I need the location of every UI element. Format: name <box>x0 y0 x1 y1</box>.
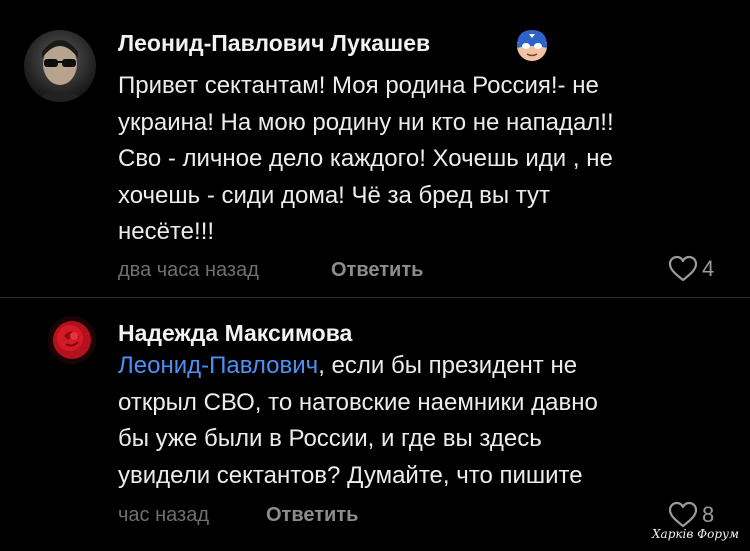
comment-text: Леонид-Павлович, если бы президент не от… <box>118 348 718 494</box>
comment-text: Привет сектантам! Моя родина Россия!- не… <box>118 68 718 251</box>
reply-button[interactable]: Ответить <box>266 504 358 527</box>
like-button[interactable]: 4 <box>668 255 714 283</box>
avatar[interactable] <box>24 30 96 102</box>
user-avatar-sunglasses-icon <box>24 30 96 102</box>
forum-watermark: Харків Форум <box>652 527 739 541</box>
comment-item: Надежда Максимова Леонид-Павлович, если … <box>0 298 750 551</box>
comment-line: открыл СВО, то натовские наемники давно <box>118 388 598 416</box>
avatar[interactable] <box>48 316 96 364</box>
comment-timestamp: час назад <box>118 504 210 526</box>
comment-timestamp: два часа назад <box>118 259 259 281</box>
comment-line: Леонид-Павлович, если бы президент не <box>118 348 718 385</box>
comment-line: бы уже были в России, и где вы здесь <box>118 425 542 452</box>
comment-item: Леонид-Павлович Лукашев Привет сектантам… <box>0 0 750 297</box>
user-avatar-red-rose-icon <box>48 316 96 364</box>
like-count: 8 <box>702 502 715 527</box>
like-count: 4 <box>702 256 715 281</box>
comment-line: несёте!!! <box>118 218 215 245</box>
superhero-mask-icon <box>512 24 552 64</box>
user-mention-link[interactable]: Леонид-Павлович <box>118 352 318 379</box>
reply-button[interactable]: Ответить <box>331 259 423 282</box>
comment-line: Привет сектантам! Моя родина Россия!- не <box>118 72 599 99</box>
comment-line: Сво - личное дело каждого! Хочешь иди , … <box>118 145 613 172</box>
comment-author[interactable]: Леонид-Павлович Лукашев <box>118 30 430 57</box>
comment-line: хочешь - сиди дома! Чё за бред вы тут <box>118 181 551 209</box>
comment-line: увидели сектантов? Думайте, что пишите <box>118 461 583 489</box>
comment-author[interactable]: Надежда Максимова <box>118 320 352 347</box>
like-button[interactable]: 8 <box>668 501 714 529</box>
comment-line: украина! На мою родину ни кто не нападал… <box>118 108 614 136</box>
heart-outline-icon <box>668 501 698 528</box>
comment-line-text: , если бы президент не <box>318 352 578 379</box>
heart-outline-icon <box>668 255 698 282</box>
